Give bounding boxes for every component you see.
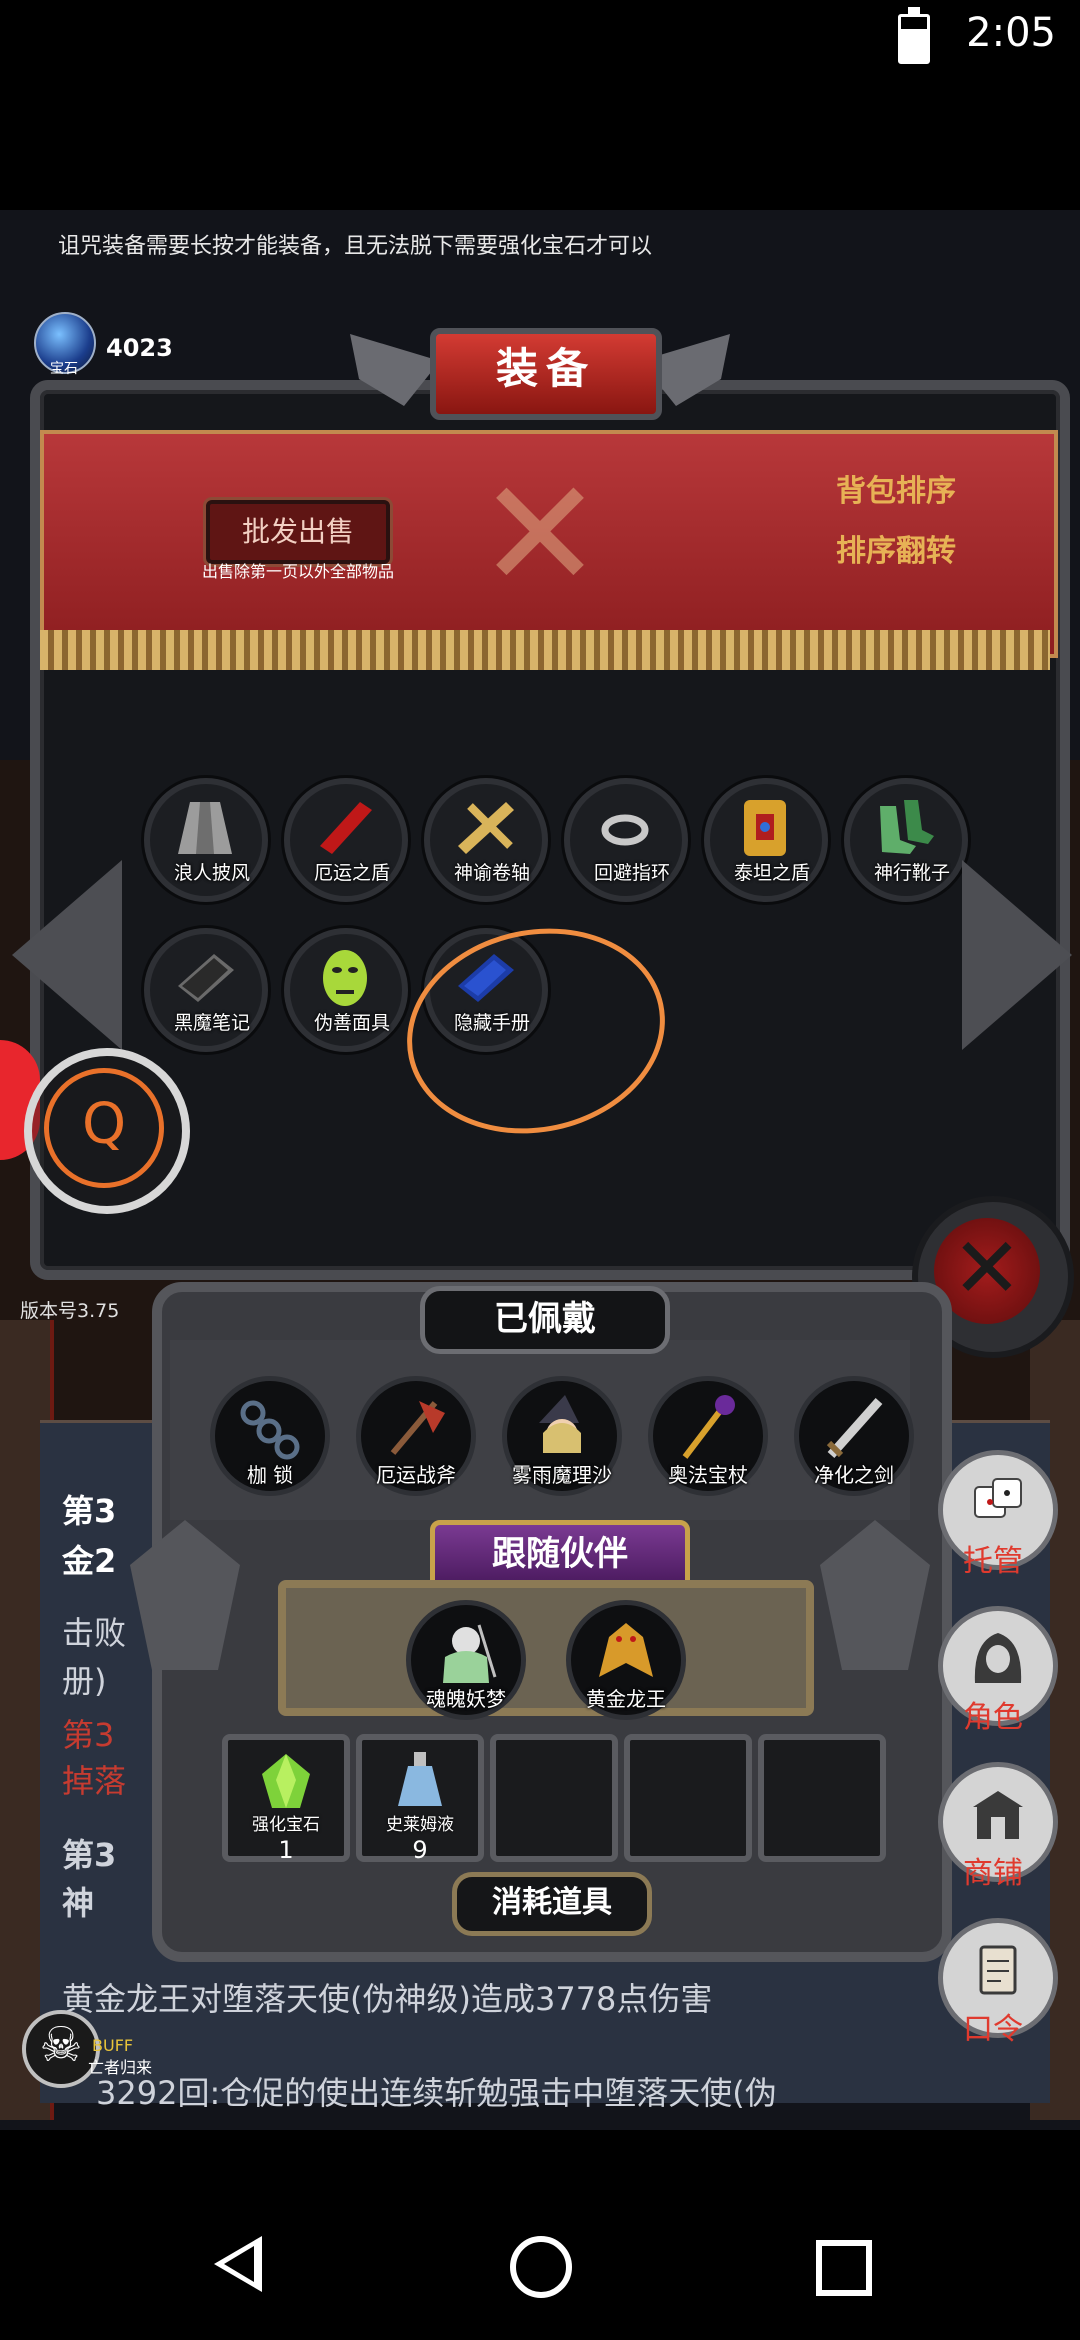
boots-icon (880, 800, 934, 854)
consumable-label: 史莱姆液 (386, 1815, 454, 1835)
follow-partner-box (278, 1580, 814, 1716)
status-time: 2:05 (966, 10, 1056, 56)
character-label: 角色 (963, 1700, 1023, 1735)
worn-label: 净化之剑 (814, 1463, 894, 1487)
bulk-sell-note: 出售除第一页以外全部物品 (202, 562, 395, 581)
green-gem-icon (262, 1754, 310, 1808)
log-line: 第3 (62, 1836, 117, 1874)
red-shield-icon (320, 802, 372, 854)
item-label: 厄运之盾 (313, 862, 390, 884)
partner-label: 黄金龙王 (586, 1687, 666, 1711)
ring-icon (601, 814, 649, 846)
inventory-item[interactable]: 回避指环 (564, 778, 688, 902)
worn-slot[interactable]: 奥法宝杖 (648, 1376, 768, 1496)
item-label: 泰坦之盾 (733, 862, 810, 884)
scroll-icon (458, 802, 514, 854)
youmu-icon (443, 1624, 497, 1683)
worn-title: 已佩戴 (420, 1286, 670, 1354)
equipment-title: 装备 (495, 344, 596, 393)
inventory-item[interactable]: 神谕卷轴 (424, 778, 548, 902)
witch-icon (539, 1395, 581, 1453)
consumable-count: 1 (278, 1836, 294, 1864)
buff-name: 亡者归来 (88, 2058, 153, 2077)
inventory-item[interactable]: 浪人披风 (144, 778, 268, 902)
item-label: 神谕卷轴 (453, 862, 530, 884)
item-label: 回避指环 (593, 862, 670, 884)
worn-slot[interactable]: 枷 锁 (210, 1376, 330, 1496)
hood-icon (974, 1633, 1022, 1683)
log-line: 第3 (62, 1716, 115, 1754)
log-line: 黄金龙王对堕落天使(伪神级)造成3778点伤害 (62, 1980, 713, 2018)
home-icon[interactable] (510, 2236, 572, 2298)
scroll-book-icon (979, 1945, 1017, 1995)
buff-label: BUFF (92, 2036, 134, 2055)
bulk-sell-button[interactable]: 批发出售 (206, 500, 390, 564)
q-icon: Q (44, 1068, 164, 1188)
sort-bag-button[interactable]: 背包排序 (836, 466, 956, 510)
banner-fringe (40, 630, 1050, 670)
staff-icon (682, 1395, 735, 1459)
consumable-slot-empty[interactable] (624, 1734, 752, 1862)
gold-dragon-icon (599, 1623, 653, 1677)
log-line: 册) (62, 1662, 107, 1700)
item-label: 黑魔笔记 (173, 1012, 250, 1034)
inventory-item[interactable]: 泰坦之盾 (704, 778, 828, 902)
black-book-icon (178, 954, 234, 1002)
shop-label: 商铺 (963, 1856, 1023, 1891)
potion-icon (398, 1752, 442, 1806)
crossed-swords-icon: ✕ (477, 448, 603, 622)
inventory-item[interactable]: 黑魔笔记 (144, 928, 268, 1052)
gem-count: 4023 (106, 334, 173, 362)
recent-apps-icon[interactable] (816, 2240, 872, 2296)
version-label: 版本号3.75 (20, 1300, 120, 1322)
password-label: 口令 (963, 2012, 1023, 2047)
inventory-item[interactable]: 神行靴子 (844, 778, 968, 902)
inventory-item[interactable]: 厄运之盾 (284, 778, 408, 902)
log-line: 3292回:仓促的使出连续斩勉强击中堕落天使(伪 (96, 2074, 777, 2112)
consumable-slot-empty[interactable] (490, 1734, 618, 1862)
worn-label: 枷 锁 (246, 1463, 294, 1487)
navigation-bar (0, 2130, 1080, 2340)
consumable-count: 9 (412, 1836, 428, 1864)
consumables-title: 消耗道具 (452, 1872, 652, 1936)
shop-icon (973, 1791, 1023, 1839)
worn-slot[interactable]: 雾雨魔理沙 (502, 1376, 622, 1496)
partner-slot[interactable]: 黄金龙王 (566, 1600, 686, 1720)
gem-label: 宝石 (50, 361, 78, 377)
consumable-slot-empty[interactable] (758, 1734, 886, 1862)
log-line: 神 (62, 1884, 95, 1922)
worn-label: 厄运战斧 (376, 1463, 456, 1487)
log-line: 第3 (62, 1492, 117, 1530)
inventory-item[interactable]: 伪善面具 (284, 928, 408, 1052)
sort-flip-button[interactable]: 排序翻转 (836, 526, 956, 570)
worn-label: 雾雨魔理沙 (512, 1463, 612, 1487)
hint-text: 诅咒装备需要长按才能装备，且无法脱下需要强化宝石才可以 (58, 234, 653, 259)
log-line: 击败 (62, 1614, 127, 1652)
worn-label: 奥法宝杖 (668, 1463, 748, 1487)
consumable-slot[interactable]: 史莱姆液 9 (356, 1734, 484, 1864)
log-line: 金2 (62, 1542, 117, 1580)
item-label: 伪善面具 (313, 1012, 390, 1034)
mask-icon (323, 950, 367, 1006)
chains-icon (240, 1400, 300, 1460)
dice-icon (974, 1478, 1022, 1518)
worn-slot[interactable]: 厄运战斧 (356, 1376, 476, 1496)
log-line: 掉落 (62, 1762, 127, 1800)
cloak-icon (178, 802, 232, 854)
consumable-label: 强化宝石 (252, 1815, 320, 1835)
partner-label: 魂魄妖梦 (426, 1687, 506, 1711)
partner-slot[interactable]: 魂魄妖梦 (406, 1600, 526, 1720)
auto-manage-label: 托管 (963, 1544, 1023, 1579)
gold-shield-icon (744, 800, 786, 856)
item-label: 浪人披风 (173, 862, 250, 884)
sword-icon (826, 1398, 883, 1458)
worn-slot[interactable]: 净化之剑 (794, 1376, 914, 1496)
axe-icon (390, 1401, 445, 1455)
battery-icon (898, 7, 930, 64)
consumable-slot[interactable]: 强化宝石 1 (222, 1734, 350, 1864)
back-icon-inner (224, 2246, 254, 2282)
